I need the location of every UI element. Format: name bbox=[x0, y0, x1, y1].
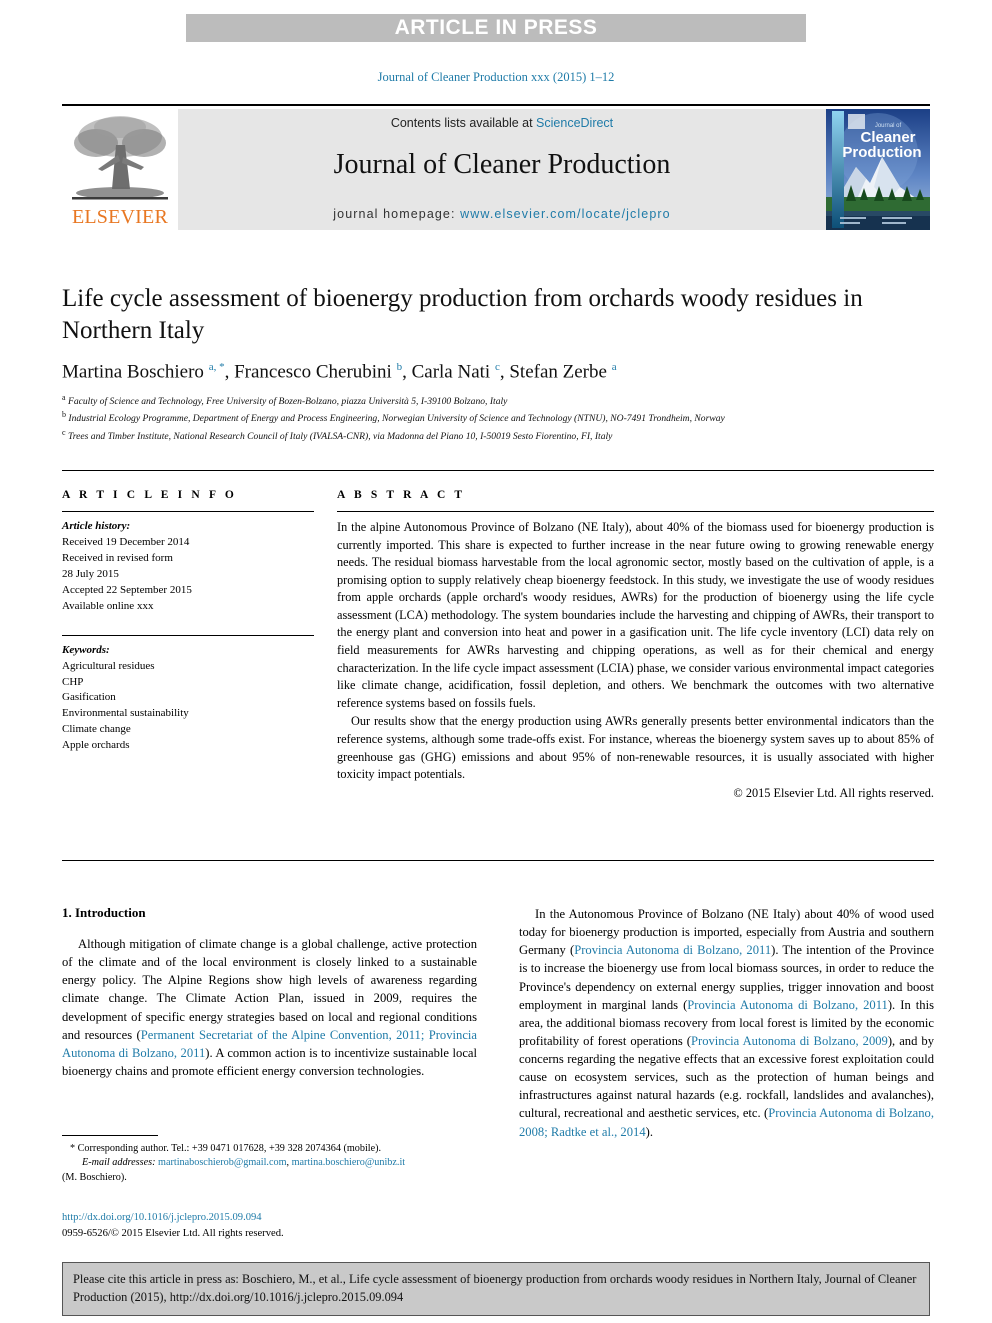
elsevier-logo: ELSEVIER bbox=[62, 109, 178, 230]
history-item: Accepted 22 September 2015 bbox=[62, 583, 192, 596]
corresponding-author-text: Corresponding author. Tel.: +39 0471 017… bbox=[77, 1143, 382, 1154]
elsevier-wordmark: ELSEVIER bbox=[71, 206, 169, 228]
abstract-paragraph-1: In the alpine Autonomous Province of Bol… bbox=[337, 520, 934, 710]
article-history-block: Article history: Received 19 December 20… bbox=[62, 519, 314, 615]
keyword-item: Environmental sustainability bbox=[62, 707, 189, 720]
footnote-rule bbox=[62, 1135, 158, 1136]
keywords-divider bbox=[62, 634, 314, 636]
asterisk-icon: * bbox=[70, 1143, 76, 1154]
affiliation-item: a Faculty of Science and Technology, Fre… bbox=[62, 392, 934, 409]
article-info-divider bbox=[62, 511, 314, 512]
affiliation-item: c Trees and Timber Institute, National R… bbox=[62, 427, 934, 444]
journal-homepage-line: journal homepage: www.elsevier.com/locat… bbox=[178, 207, 826, 221]
email-link-secondary[interactable]: martina.boschiero@unibz.it bbox=[292, 1157, 406, 1168]
affiliation-list: a Faculty of Science and Technology, Fre… bbox=[62, 392, 934, 443]
journal-homepage-link[interactable]: www.elsevier.com/locate/jclepro bbox=[460, 207, 671, 221]
history-item: 28 July 2015 bbox=[62, 567, 119, 580]
keywords-block: Keywords: Agricultural residues CHP Gasi… bbox=[62, 634, 314, 755]
email-link-primary[interactable]: martinaboschierob@gmail.com bbox=[158, 1157, 286, 1168]
elsevier-tree-icon bbox=[72, 116, 168, 200]
citation-link[interactable]: Provincia Autonoma di Bolzano, 2011 bbox=[687, 998, 888, 1012]
affiliation-item: b Industrial Ecology Programme, Departme… bbox=[62, 409, 934, 426]
svg-text:Production: Production bbox=[842, 144, 921, 161]
author-list: Martina Boschiero a, *, Francesco Cherub… bbox=[62, 361, 617, 383]
email-line: E-mail addresses: martinaboschierob@gmai… bbox=[62, 1156, 477, 1170]
contents-prefix: Contents lists available at bbox=[390, 116, 537, 130]
journal-masthead: ELSEVIER Contents lists available at Sci… bbox=[62, 104, 930, 230]
affiliation-mark: b bbox=[62, 410, 66, 420]
history-item: Available online xxx bbox=[62, 599, 154, 612]
introduction-heading: 1. Introduction bbox=[62, 905, 146, 920]
please-cite-box: Please cite this article in press as: Bo… bbox=[62, 1262, 930, 1317]
affiliation-mark: a bbox=[62, 393, 66, 403]
introduction-left-column: 1. Introduction Although mitigation of c… bbox=[62, 905, 477, 1080]
affiliation-mark: c bbox=[62, 427, 66, 437]
title-and-authors: Life cycle assessment of bioenergy produ… bbox=[62, 283, 934, 444]
journal-reference-line: Journal of Cleaner Production xxx (2015)… bbox=[377, 70, 615, 84]
article-in-press-banner: ARTICLE IN PRESS bbox=[186, 14, 806, 42]
article-history-label: Article history: bbox=[62, 520, 131, 532]
corresponding-author-footnote: * Corresponding author. Tel.: +39 0471 0… bbox=[62, 1135, 477, 1185]
doi-link[interactable]: http://dx.doi.org/10.1016/j.jclepro.2015… bbox=[62, 1210, 502, 1226]
affiliation-text: Faculty of Science and Technology, Free … bbox=[67, 396, 508, 408]
homepage-prefix: journal homepage: bbox=[333, 207, 461, 221]
keyword-item: Climate change bbox=[62, 723, 131, 736]
issn-copyright-line: 0959-6526/© 2015 Elsevier Ltd. All right… bbox=[62, 1227, 284, 1239]
keyword-item: Gasification bbox=[62, 691, 116, 704]
abstract-divider bbox=[337, 511, 934, 512]
abstract-body: In the alpine Autonomous Province of Bol… bbox=[337, 519, 934, 784]
corresponding-author-line: * Corresponding author. Tel.: +39 0471 0… bbox=[62, 1142, 477, 1156]
introduction-right-column: In the Autonomous Province of Bolzano (N… bbox=[519, 905, 934, 1141]
contents-available-line: Contents lists available at ScienceDirec… bbox=[178, 116, 826, 130]
doi-footer-block: http://dx.doi.org/10.1016/j.jclepro.2015… bbox=[62, 1210, 502, 1242]
abstract-copyright: © 2015 Elsevier Ltd. All rights reserved… bbox=[733, 785, 934, 800]
abstract-heading: A B S T R A C T bbox=[337, 489, 466, 501]
history-item: Received 19 December 2014 bbox=[62, 535, 190, 548]
keywords-label: Keywords: bbox=[62, 643, 110, 656]
article-info-heading: A R T I C L E I N F O bbox=[62, 489, 237, 501]
history-item: Received in revised form bbox=[62, 551, 173, 564]
keyword-item: Apple orchards bbox=[62, 739, 130, 752]
affiliation-text: Trees and Timber Institute, National Res… bbox=[67, 430, 613, 442]
journal-cover-image: Journal of Cleaner Production bbox=[826, 109, 930, 230]
paragraph: In the Autonomous Province of Bolzano (N… bbox=[519, 905, 934, 1141]
introduction-left-text: Although mitigation of climate change is… bbox=[62, 935, 477, 1080]
sciencedirect-link[interactable]: ScienceDirect bbox=[536, 116, 613, 130]
email-label: E-mail addresses: bbox=[82, 1157, 156, 1169]
citation-link[interactable]: Provincia Autonoma di Bolzano, 2009 bbox=[691, 1034, 888, 1048]
keyword-item: Agricultural residues bbox=[62, 659, 155, 672]
abstract-column: A B S T R A C T In the alpine Autonomous… bbox=[337, 489, 934, 801]
introduction-right-text: In the Autonomous Province of Bolzano (N… bbox=[519, 905, 934, 1141]
paragraph: Although mitigation of climate change is… bbox=[62, 935, 477, 1080]
journal-cover-thumbnail: Journal of Cleaner Production bbox=[826, 109, 930, 230]
info-section-top-rule bbox=[62, 470, 934, 471]
body-text-run: ). bbox=[645, 1124, 653, 1139]
masthead-center-panel: Contents lists available at ScienceDirec… bbox=[178, 109, 826, 230]
article-info-column: A R T I C L E I N F O Article history: R… bbox=[62, 489, 314, 754]
body-text-run: Although mitigation of climate change is… bbox=[62, 937, 477, 1042]
citation-link[interactable]: Provincia Autonoma di Bolzano, 2011 bbox=[574, 943, 771, 957]
paper-title: Life cycle assessment of bioenergy produ… bbox=[62, 285, 863, 344]
abstract-section-bottom-rule bbox=[62, 860, 934, 861]
email-owner: (M. Boschiero). bbox=[62, 1171, 127, 1183]
keyword-item: CHP bbox=[62, 675, 84, 688]
affiliation-text: Industrial Ecology Programme, Department… bbox=[68, 413, 725, 425]
journal-title: Journal of Cleaner Production bbox=[333, 149, 671, 180]
abstract-paragraph-2: Our results show that the energy product… bbox=[337, 714, 934, 782]
